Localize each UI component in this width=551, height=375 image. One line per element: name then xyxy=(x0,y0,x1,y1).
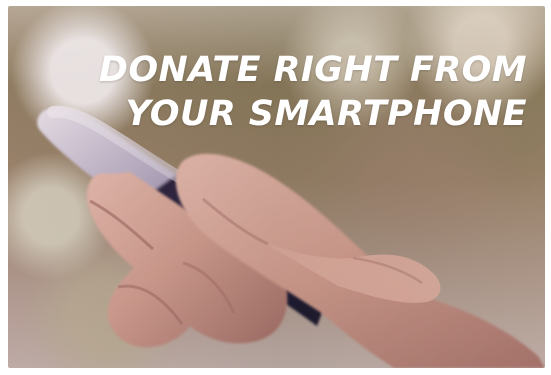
headline: DONATE RIGHT FROM YOUR SMARTPHONE xyxy=(87,48,527,136)
headline-line-2: YOUR SMARTPHONE xyxy=(125,94,527,134)
smartphone-in-hands-image: DONATE RIGHT FROM YOUR SMARTPHONE xyxy=(8,6,545,368)
headline-line-1: DONATE RIGHT FROM xyxy=(98,50,527,90)
ad-banner: DONATE RIGHT FROM YOUR SMARTPHONE xyxy=(0,0,551,375)
